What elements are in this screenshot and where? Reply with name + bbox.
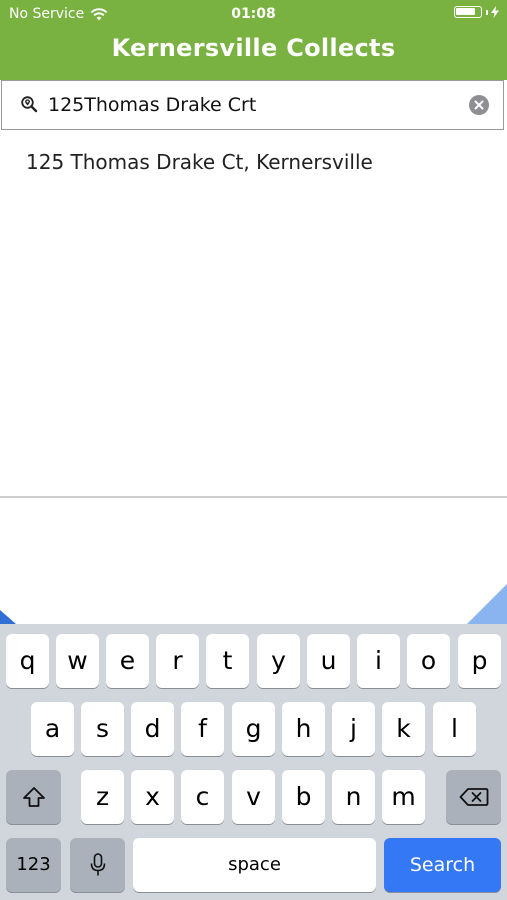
key-o[interactable]: o [407,634,450,688]
key-y[interactable]: y [257,634,300,688]
status-right [454,6,499,18]
decorative-shape-left [0,610,16,624]
key-e[interactable]: e [106,634,149,688]
key-h[interactable]: h [282,702,325,756]
key-r[interactable]: r [156,634,199,688]
key-l[interactable]: l [433,702,476,756]
key-b[interactable]: b [282,770,325,824]
key-u[interactable]: u [307,634,350,688]
battery-tip [486,9,488,15]
key-i[interactable]: i [357,634,400,688]
delete-key[interactable] [446,770,501,824]
shift-key[interactable] [6,770,61,824]
app-title: Kernersville Collects [111,34,396,62]
key-n[interactable]: n [332,770,375,824]
key-q[interactable]: q [6,634,49,688]
key-c[interactable]: c [181,770,224,824]
status-time: 01:08 [231,6,276,22]
location-search-icon [21,96,38,113]
key-f[interactable]: f [181,702,224,756]
charging-bolt-icon [491,6,499,18]
search-key[interactable]: Search [384,838,501,892]
key-x[interactable]: x [131,770,174,824]
key-j[interactable]: j [332,702,375,756]
clear-icon[interactable] [469,95,489,115]
address-search-input[interactable] [48,90,458,120]
suggestion-item[interactable]: 125 Thomas Drake Ct, Kernersville [26,150,373,174]
key-a[interactable]: a [31,702,74,756]
key-z[interactable]: z [81,770,124,824]
key-k[interactable]: k [382,702,425,756]
decorative-shape-right [467,584,507,624]
key-t[interactable]: t [206,634,249,688]
battery-level [456,8,475,15]
dictation-key[interactable] [70,838,125,892]
numbers-key[interactable]: 123 [6,838,61,892]
search-bar[interactable] [1,80,504,130]
divider [0,496,507,498]
space-key[interactable]: space [133,838,376,892]
backspace-icon [459,788,488,806]
battery-icon [454,6,482,18]
shift-icon [22,787,45,807]
status-bar: No Service 01:08 [0,0,507,28]
key-v[interactable]: v [232,770,275,824]
key-w[interactable]: w [56,634,99,688]
key-s[interactable]: s [81,702,124,756]
key-g[interactable]: g [232,702,275,756]
microphone-icon [90,853,105,876]
key-m[interactable]: m [382,770,425,824]
key-d[interactable]: d [131,702,174,756]
keyboard: q w e r t y u i o p a s d f g h j k l z … [0,624,507,900]
key-p[interactable]: p [458,634,501,688]
